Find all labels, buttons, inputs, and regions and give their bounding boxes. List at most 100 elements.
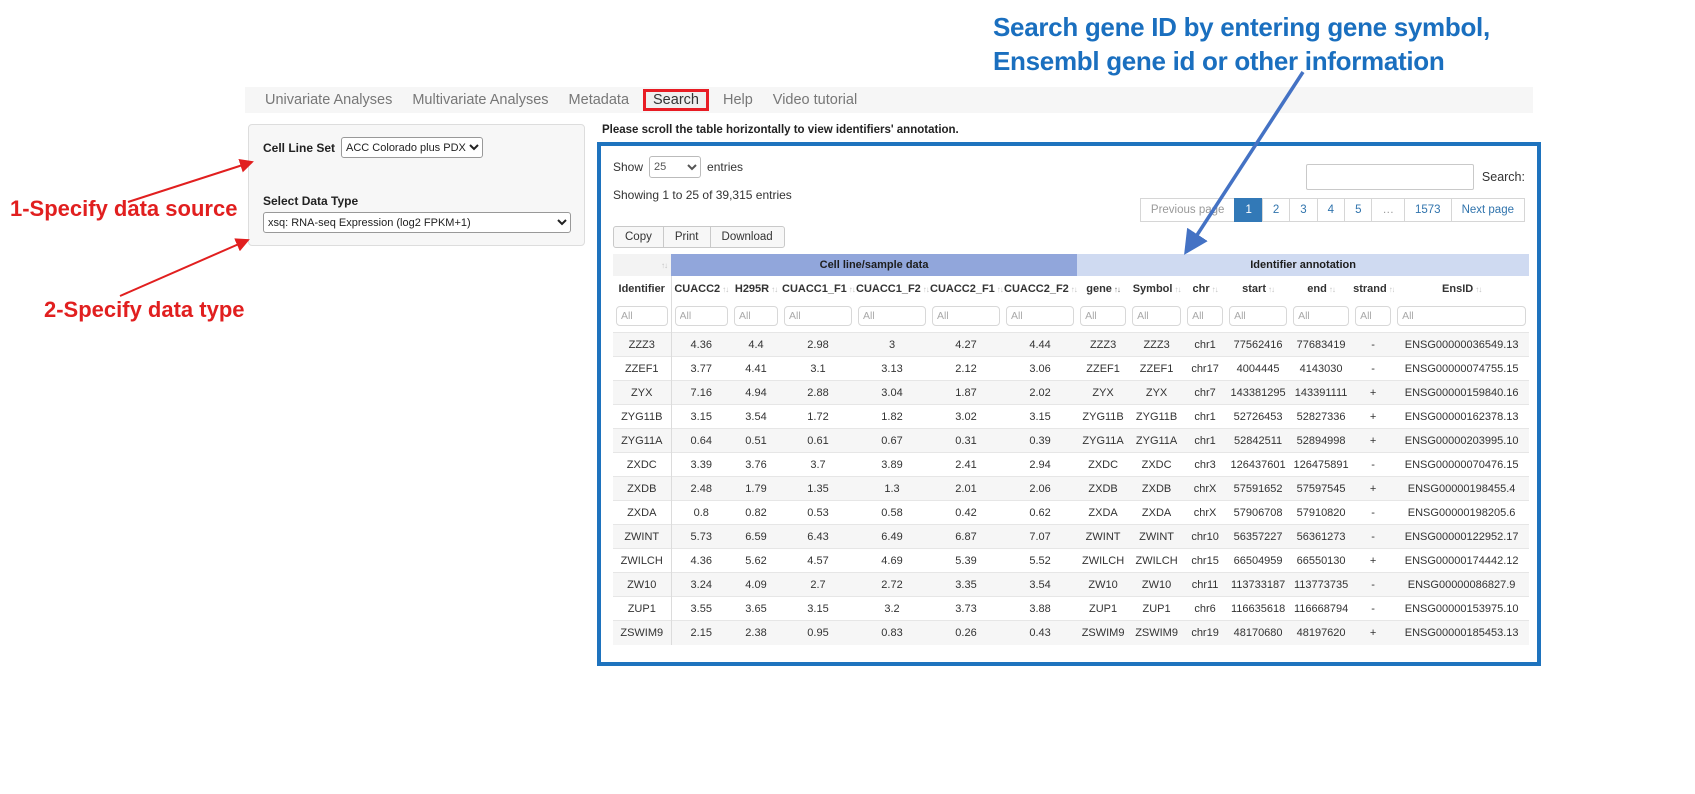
filter-input-cuacc1-f1[interactable] xyxy=(784,306,852,326)
cell-line-set-select[interactable]: ACC Colorado plus PDX xyxy=(341,137,483,158)
filter-input-gene[interactable] xyxy=(1080,306,1126,326)
table-cell: 2.02 xyxy=(1003,381,1077,405)
pagination-ellipsis[interactable]: … xyxy=(1371,198,1405,222)
filter-input-cuacc2-f1[interactable] xyxy=(932,306,1000,326)
filter-input-cuacc1-f2[interactable] xyxy=(858,306,926,326)
page-button-1573[interactable]: 1573 xyxy=(1404,198,1452,222)
table-cell: - xyxy=(1352,333,1394,357)
table-cell: ZSWIM9 xyxy=(613,621,671,645)
table-cell: ZWINT xyxy=(1077,525,1129,549)
column-header-ensid[interactable]: EnsID↑↓ xyxy=(1394,276,1529,302)
blue-annotation-line2: Ensembl gene id or other information xyxy=(993,44,1553,78)
table-cell: 116668794 xyxy=(1290,597,1352,621)
filter-input-cuacc2[interactable] xyxy=(675,306,729,326)
page-length-select[interactable]: 25 xyxy=(649,156,701,178)
column-header-cuacc2[interactable]: CUACC2↑↓ xyxy=(671,276,731,302)
filter-input-chr[interactable] xyxy=(1187,306,1223,326)
column-header-chr[interactable]: chr↑↓ xyxy=(1184,276,1226,302)
table-cell: 0.43 xyxy=(1003,621,1077,645)
filter-cell xyxy=(731,302,781,333)
table-cell: 0.62 xyxy=(1003,501,1077,525)
column-header-symbol[interactable]: Symbol↑↓ xyxy=(1129,276,1184,302)
previous-page-button[interactable]: Previous page xyxy=(1140,198,1236,222)
filter-cell xyxy=(1352,302,1394,333)
table-cell: 2.94 xyxy=(1003,453,1077,477)
copy-button[interactable]: Copy xyxy=(613,226,664,248)
page-button-1[interactable]: 1 xyxy=(1234,198,1262,222)
table-cell: 6.49 xyxy=(855,525,929,549)
table-cell: 3.88 xyxy=(1003,597,1077,621)
column-header-start[interactable]: start↑↓ xyxy=(1226,276,1290,302)
table-cell: 52726453 xyxy=(1226,405,1290,429)
table-cell: 66504959 xyxy=(1226,549,1290,573)
table-cell: 3.77 xyxy=(671,357,731,381)
filter-input-identifier[interactable] xyxy=(616,306,668,326)
table-cell: - xyxy=(1352,357,1394,381)
table-cell: ZZEF1 xyxy=(1129,357,1184,381)
column-header-cuacc2-f1[interactable]: CUACC2_F1↑↓ xyxy=(929,276,1003,302)
page-button-4[interactable]: 4 xyxy=(1317,198,1345,222)
column-header-identifier[interactable]: Identifier xyxy=(613,276,671,302)
table-cell: 3.54 xyxy=(1003,573,1077,597)
table-cell: 1.87 xyxy=(929,381,1003,405)
next-page-button[interactable]: Next page xyxy=(1451,198,1525,222)
table-cell: 0.51 xyxy=(731,429,781,453)
filter-input-end[interactable] xyxy=(1293,306,1349,326)
table-cell: 3.89 xyxy=(855,453,929,477)
nav-item-univariate-analyses[interactable]: Univariate Analyses xyxy=(255,90,402,110)
nav-item-video-tutorial[interactable]: Video tutorial xyxy=(763,90,867,110)
table-row-zswim9: ZSWIM92.152.380.950.830.260.43ZSWIM9ZSWI… xyxy=(613,621,1529,645)
filter-input-start[interactable] xyxy=(1229,306,1287,326)
page-button-3[interactable]: 3 xyxy=(1289,198,1317,222)
column-header-cuacc1-f1[interactable]: CUACC1_F1↑↓ xyxy=(781,276,855,302)
nav-item-multivariate-analyses[interactable]: Multivariate Analyses xyxy=(402,90,558,110)
filter-cell xyxy=(1290,302,1352,333)
sort-icon: ↑↓ xyxy=(771,285,777,294)
table-cell: ZXDA xyxy=(1129,501,1184,525)
download-button[interactable]: Download xyxy=(710,226,785,248)
nav-item-search[interactable]: Search xyxy=(643,89,709,111)
table-cell: 3.76 xyxy=(731,453,781,477)
table-cell: chr1 xyxy=(1184,333,1226,357)
table-cell: ZYG11B xyxy=(1077,405,1129,429)
table-cell: 6.59 xyxy=(731,525,781,549)
cell-line-set-label: Cell Line Set xyxy=(263,141,335,155)
data-type-select[interactable]: xsq: RNA-seq Expression (log2 FPKM+1) xyxy=(263,212,571,233)
filter-input-ensid[interactable] xyxy=(1397,306,1526,326)
table-cell: 0.8 xyxy=(671,501,731,525)
nav-item-help[interactable]: Help xyxy=(713,90,763,110)
filter-input-strand[interactable] xyxy=(1355,306,1391,326)
table-cell: ZXDA xyxy=(1077,501,1129,525)
column-header-cuacc2-f2[interactable]: CUACC2_F2↑↓ xyxy=(1003,276,1077,302)
group-header-blank[interactable]: ↑↓ xyxy=(613,254,671,276)
search-input[interactable] xyxy=(1306,164,1474,190)
column-header-cuacc1-f2[interactable]: CUACC1_F2↑↓ xyxy=(855,276,929,302)
page-button-5[interactable]: 5 xyxy=(1344,198,1372,222)
filter-input-cuacc2-f2[interactable] xyxy=(1006,306,1074,326)
page-button-2[interactable]: 2 xyxy=(1262,198,1290,222)
nav-item-metadata[interactable]: Metadata xyxy=(559,90,639,110)
table-cell: - xyxy=(1352,453,1394,477)
table-cell: 4.09 xyxy=(731,573,781,597)
table-cell: 2.72 xyxy=(855,573,929,597)
table-cell: 52827336 xyxy=(1290,405,1352,429)
filter-input-symbol[interactable] xyxy=(1132,306,1181,326)
table-cell: ENSG00000162378.13 xyxy=(1394,405,1529,429)
print-button[interactable]: Print xyxy=(663,226,711,248)
red-annotation-data-type: 2-Specify data type xyxy=(44,297,245,323)
table-cell: 2.01 xyxy=(929,477,1003,501)
table-cell: 77562416 xyxy=(1226,333,1290,357)
table-cell: chr6 xyxy=(1184,597,1226,621)
table-cell: 113733187 xyxy=(1226,573,1290,597)
column-header-h295r[interactable]: H295R↑↓ xyxy=(731,276,781,302)
show-label: Show xyxy=(613,160,643,174)
column-header-strand[interactable]: strand↑↓ xyxy=(1352,276,1394,302)
filter-input-h295r[interactable] xyxy=(734,306,778,326)
column-header-end[interactable]: end↑↓ xyxy=(1290,276,1352,302)
table-cell: 66550130 xyxy=(1290,549,1352,573)
table-cell: 2.06 xyxy=(1003,477,1077,501)
entries-label: entries xyxy=(707,160,743,174)
column-header-gene[interactable]: gene↑↓ xyxy=(1077,276,1129,302)
filter-cell xyxy=(1226,302,1290,333)
filter-cell xyxy=(1129,302,1184,333)
